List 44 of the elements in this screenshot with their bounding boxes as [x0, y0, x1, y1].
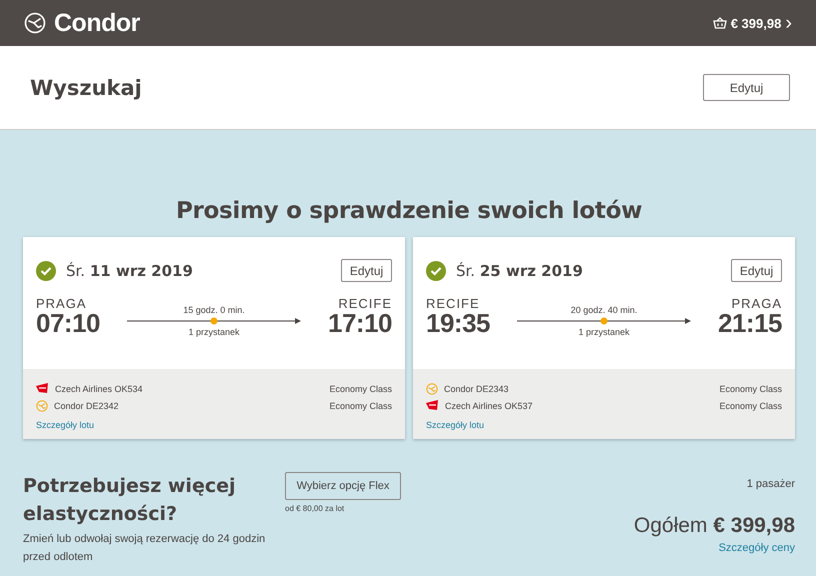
flight-date: Śr. 11 wrz 2019: [66, 262, 193, 280]
destination-city: RECIFE: [337, 296, 392, 311]
flight-date: Śr. 25 wrz 2019: [456, 262, 583, 280]
departure-time: 19:35: [426, 311, 490, 335]
cart-total[interactable]: € 399,98: [730, 16, 782, 30]
flight-number: Czech Airlines OK537: [445, 400, 533, 410]
cabin-class: Economy Class: [329, 400, 392, 410]
cabin-class: Economy Class: [719, 400, 782, 410]
stops-count: 1 przystanek: [578, 327, 630, 337]
flight-number: Condor DE2342: [54, 400, 119, 410]
flight-details-link[interactable]: Szczegóły lotu: [36, 420, 94, 430]
flight-number: Czech Airlines OK534: [55, 384, 143, 394]
flex-price-note: od € 80,00 za lot: [285, 504, 346, 513]
origin-city: PRAGA: [36, 296, 88, 311]
basket-icon[interactable]: [712, 17, 727, 29]
total-price: Ogółem € 399,98: [634, 514, 795, 538]
page-title: Wyszukaj: [30, 76, 142, 100]
flight-details-link[interactable]: Szczegóły lotu: [426, 420, 484, 430]
edit-button[interactable]: Edytuj: [731, 259, 782, 282]
cabin-class: Economy Class: [719, 384, 782, 394]
edit-button[interactable]: Edytuj: [341, 259, 392, 282]
destination-city: PRAGA: [730, 296, 782, 311]
airline-logo-icon: [426, 382, 438, 394]
arrival-time: 17:10: [328, 311, 392, 335]
edit-button[interactable]: Edytuj: [703, 74, 790, 101]
brand-name[interactable]: Condor: [54, 8, 140, 38]
departure-time: 07:10: [36, 311, 100, 335]
passenger-count: 1 pasażer: [746, 478, 795, 490]
flight-duration: 15 godz. 0 min.: [183, 305, 245, 315]
chevron-icon[interactable]: ›: [785, 13, 792, 33]
airline-logo-icon: [36, 400, 48, 412]
flight-number: Condor DE2343: [444, 384, 509, 394]
flex-description: Zmień lub odwołaj swoją rezerwację do 24 godzin przed odlotem: [23, 532, 266, 565]
logo-icon[interactable]: [24, 12, 46, 34]
section-heading: Prosimy o sprawdzenie swoich lotów: [174, 198, 644, 224]
flex-heading: Potrzebujesz więcej elastyczności?: [23, 474, 236, 527]
stops-count: 1 przystanek: [188, 327, 240, 337]
arrival-time: 21:15: [718, 311, 782, 335]
origin-city: RECIFE: [426, 296, 481, 311]
airline-logo-icon: [426, 400, 439, 411]
airline-logo-icon: [36, 383, 49, 394]
flight-duration: 20 godz. 40 min.: [570, 305, 638, 315]
cabin-class: Economy Class: [329, 384, 392, 394]
flex-button[interactable]: Wybierz opcję Flex: [285, 472, 401, 500]
